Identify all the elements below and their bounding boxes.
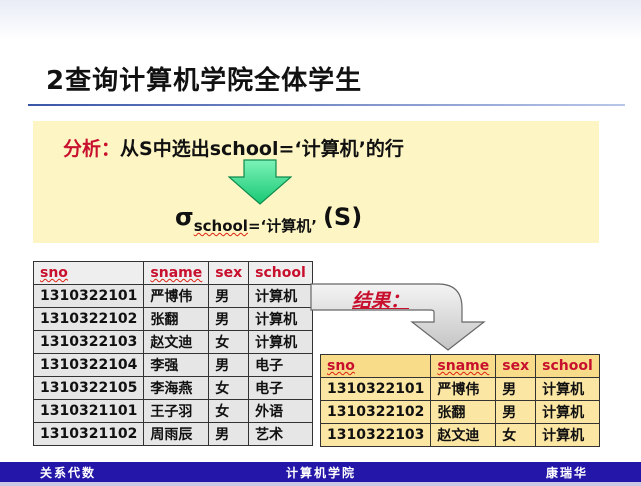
cell-school: 艺术 [248,422,313,446]
source-table-header: sno sname sex school [32,261,313,285]
cell-sno: 1310322102 [319,400,432,424]
cell-sex: 男 [208,422,250,446]
footer-course: 关系代数 [40,466,97,480]
header-sno: sno [32,261,145,285]
cell-sname: 周雨辰 [143,422,210,446]
cell-sex: 女 [495,423,537,447]
header-sno: sno [319,354,432,378]
cell-sname: 张翻 [143,307,210,331]
cell-school: 计算机 [535,400,600,424]
cell-sno: 1310322101 [32,284,145,308]
cell-sex: 男 [208,307,250,331]
cell-sno: 1310322104 [32,353,145,377]
down-arrow-icon [228,159,292,205]
header-sname: sname [430,354,497,378]
footer-bar: 关系代数 计算机学院 康瑞华 [0,462,641,482]
cell-sname: 严博伟 [430,377,497,401]
header-school: school [535,354,600,378]
table-row: 1310322102 张翻 男 计算机 [319,400,600,424]
cell-sname: 李强 [143,353,210,377]
cell-sex: 男 [208,353,250,377]
table-row: 1310322103 赵文迪 女 计算机 [319,423,600,447]
cell-sname: 严博伟 [143,284,210,308]
cell-school: 计算机 [535,423,600,447]
table-row: 1310321102 周雨辰 男 艺术 [32,422,313,446]
analysis-box: 分析：从S中选出school=‘计算机’的行 σschool=‘计算机’ (S) [33,121,599,243]
formula-sigma: σ [175,203,194,231]
cell-sno: 1310321102 [32,422,145,446]
bottom-strip [0,482,641,486]
cell-sex: 女 [208,376,250,400]
analysis-from: 从 [120,138,140,160]
header-school: school [248,261,313,285]
cell-sno: 1310321101 [32,399,145,423]
result-label: 结果： [352,290,410,312]
table-row: 1310322101 严博伟 男 计算机 [319,377,600,401]
result-table: sno sname sex school 1310322101 严博伟 男 计算… [319,354,600,447]
table-row: 1310321101 王子羽 女 外语 [32,399,313,423]
cell-sno: 1310322102 [32,307,145,331]
top-band [0,0,641,40]
formula-subscript-value: =‘计算机’ [247,217,317,235]
analysis-end: 的行 [365,138,404,160]
cell-sname: 王子羽 [143,399,210,423]
header-sname: sname [143,261,210,285]
analysis-line: 分析：从S中选出school=‘计算机’的行 [63,134,404,161]
analysis-relation: S [139,138,153,160]
cell-sex: 男 [495,377,537,401]
cell-sex: 男 [208,284,250,308]
cell-sname: 李海燕 [143,376,210,400]
analysis-condition: school=‘计算机’ [209,138,366,160]
cell-sname: 赵文迪 [143,330,210,354]
cell-sno: 1310322105 [32,376,145,400]
cell-sex: 女 [208,330,250,354]
table-row: 1310322101 严博伟 男 计算机 [32,284,313,308]
cell-sno: 1310322103 [32,330,145,354]
title-divider [28,104,625,106]
formula-subscript-name: school [193,217,248,235]
selection-formula: σschool=‘计算机’ (S) [175,203,363,235]
header-sex: sex [208,261,250,285]
cell-sname: 赵文迪 [430,423,497,447]
cell-school: 计算机 [535,377,600,401]
cell-school: 计算机 [248,330,313,354]
result-table-header: sno sname sex school [319,354,600,378]
formula-subscript: school=‘计算机’ [194,217,317,235]
cell-school: 电子 [248,376,313,400]
formula-argument: (S) [322,203,363,231]
footer-author: 康瑞华 [546,466,589,480]
cell-school: 电子 [248,353,313,377]
cell-sex: 男 [495,400,537,424]
analysis-mid: 中选出 [152,138,210,160]
cell-school: 外语 [248,399,313,423]
cell-sno: 1310322103 [319,423,432,447]
cell-school: 计算机 [248,307,313,331]
footer-school: 计算机学院 [286,466,357,480]
source-table: sno sname sex school 1310322101 严博伟 男 计算… [32,261,313,446]
table-row: 1310322102 张翻 男 计算机 [32,307,313,331]
cell-school: 计算机 [248,284,313,308]
table-row: 1310322105 李海燕 女 电子 [32,376,313,400]
table-row: 1310322103 赵文迪 女 计算机 [32,330,313,354]
analysis-label: 分析： [63,138,121,160]
cell-sno: 1310322101 [319,377,432,401]
cell-sex: 女 [208,399,250,423]
header-sex: sex [495,354,537,378]
slide-title: 2查询计算机学院全体学生 [46,66,363,96]
table-row: 1310322104 李强 男 电子 [32,353,313,377]
cell-sname: 张翻 [430,400,497,424]
